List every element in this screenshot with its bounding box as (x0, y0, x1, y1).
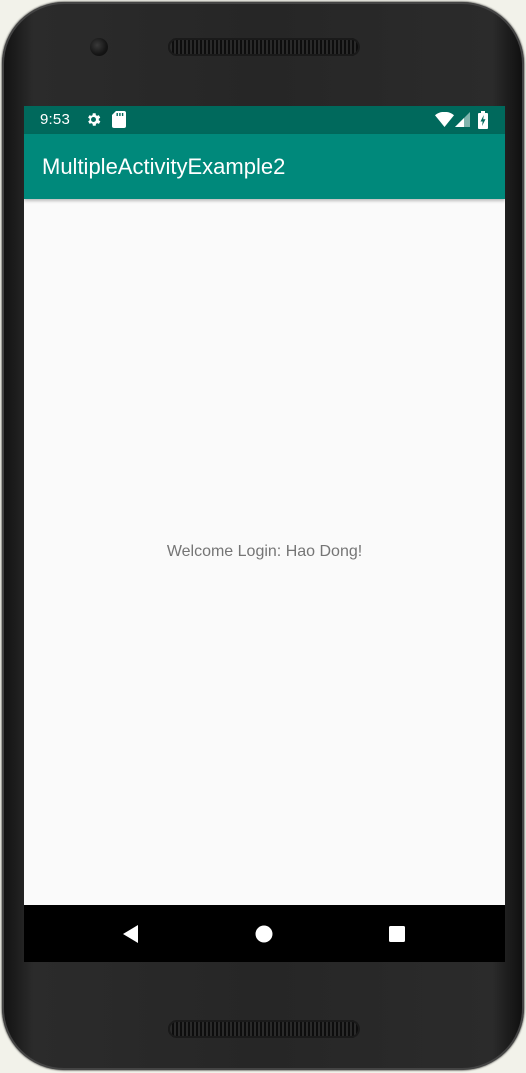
home-icon[interactable] (251, 921, 277, 947)
wifi-icon (435, 111, 454, 131)
bottom-speaker-grille (168, 1020, 360, 1038)
recents-icon[interactable] (384, 921, 410, 947)
battery-icon (478, 111, 488, 133)
back-icon[interactable] (118, 921, 144, 947)
top-speaker-grille (168, 38, 360, 56)
signal-icon (455, 112, 470, 131)
status-time: 9:53 (40, 111, 70, 128)
front-camera (90, 38, 108, 56)
navigation-bar (24, 905, 505, 962)
device-screen: 9:53 MultipleActivityExample2 Welcome Lo… (24, 106, 505, 962)
settings-icon (85, 111, 102, 132)
phone-frame: 9:53 MultipleActivityExample2 Welcome Lo… (2, 2, 524, 1070)
status-bar: 9:53 (24, 106, 505, 134)
sd-card-icon (112, 111, 126, 132)
app-title: MultipleActivityExample2 (42, 154, 286, 179)
welcome-message: Welcome Login: Hao Dong! (166, 543, 363, 560)
app-bar: MultipleActivityExample2 (24, 134, 505, 199)
